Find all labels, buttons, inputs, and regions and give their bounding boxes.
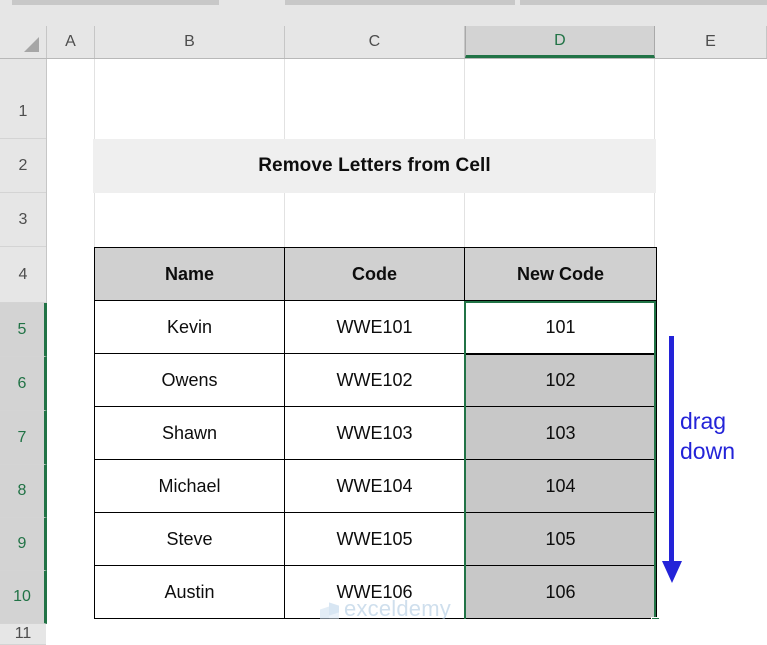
row-header-6[interactable]: 6: [0, 357, 47, 411]
table-header-row: Name Code New Code: [94, 247, 657, 301]
row-header-11[interactable]: 11: [0, 624, 46, 645]
row-header-column: 1 2 3 4 5 6 7 8 9 10 11: [0, 59, 47, 645]
row-header-2[interactable]: 2: [0, 139, 46, 193]
table-row: Owens WWE102 102: [94, 353, 657, 407]
cell-code[interactable]: WWE101: [284, 300, 465, 354]
row-header-1[interactable]: 1: [0, 85, 46, 139]
row-header-5[interactable]: 5: [0, 303, 47, 357]
cell-new-code[interactable]: 106: [464, 565, 657, 619]
data-table: Name Code New Code Kevin WWE101 101 Owens WW…: [94, 247, 657, 619]
column-header-a[interactable]: A: [47, 26, 95, 58]
worksheet-canvas[interactable]: Remove Letters from Cell Name Code New C…: [47, 59, 767, 619]
column-header-name[interactable]: Name: [94, 247, 285, 301]
cell-new-code[interactable]: 103: [464, 406, 657, 460]
table-row: Michael WWE104 104: [94, 459, 657, 513]
table-row: Kevin WWE101 101: [94, 300, 657, 354]
cell-name[interactable]: Austin: [94, 565, 285, 619]
table-row: Shawn WWE103 103: [94, 406, 657, 460]
chrome-strip-piece: [285, 0, 515, 5]
column-header-e[interactable]: E: [655, 26, 767, 58]
column-header-new-code[interactable]: New Code: [464, 247, 657, 301]
drag-down-annotation-label: drag down: [680, 408, 735, 464]
cell-name[interactable]: Michael: [94, 459, 285, 513]
exceldemy-logo-icon: [320, 602, 339, 619]
cell-new-code[interactable]: 105: [464, 512, 657, 566]
cell-code[interactable]: WWE102: [284, 353, 465, 407]
row-header-10[interactable]: 10: [0, 571, 47, 624]
window-chrome-strip: [0, 0, 767, 26]
column-header-code[interactable]: Code: [284, 247, 465, 301]
select-all-corner[interactable]: [0, 26, 47, 58]
cell-code[interactable]: WWE103: [284, 406, 465, 460]
cell-name[interactable]: Owens: [94, 353, 285, 407]
row-header-4[interactable]: 4: [0, 247, 46, 303]
cell-name[interactable]: Shawn: [94, 406, 285, 460]
cell-new-code[interactable]: 101: [464, 300, 657, 354]
column-header-d[interactable]: D: [465, 26, 655, 58]
row-header-8[interactable]: 8: [0, 465, 47, 518]
select-all-triangle-icon: [24, 37, 39, 52]
row-header-7[interactable]: 7: [0, 411, 47, 465]
cell-code[interactable]: WWE104: [284, 459, 465, 513]
drag-down-arrow-shaft: [669, 336, 674, 563]
chrome-strip-piece: [520, 0, 767, 5]
watermark-name: exceldemy: [344, 596, 451, 620]
row-header-3[interactable]: 3: [0, 193, 46, 247]
cell-code[interactable]: WWE105: [284, 512, 465, 566]
worksheet-grid: ABCDE 1 2 3 4 5 6 7 8 9 10 11 Remove Letters from …: [0, 26, 767, 645]
active-cell-divider: [466, 354, 654, 355]
row-header-9[interactable]: 9: [0, 518, 47, 571]
exceldemy-watermark: exceldemy EXCEL · DATA · BI: [320, 598, 452, 619]
cell-name[interactable]: Steve: [94, 512, 285, 566]
cell-new-code[interactable]: 102: [464, 353, 657, 407]
column-header-b[interactable]: B: [95, 26, 285, 58]
cell-name[interactable]: Kevin: [94, 300, 285, 354]
column-header-row: ABCDE: [0, 26, 767, 59]
table-row: Steve WWE105 105: [94, 512, 657, 566]
chrome-strip-piece: [12, 0, 219, 5]
sheet-title-cell[interactable]: Remove Letters from Cell: [93, 139, 656, 193]
cell-new-code[interactable]: 104: [464, 459, 657, 513]
column-header-c[interactable]: C: [285, 26, 465, 58]
down-arrow-icon: [662, 561, 682, 583]
